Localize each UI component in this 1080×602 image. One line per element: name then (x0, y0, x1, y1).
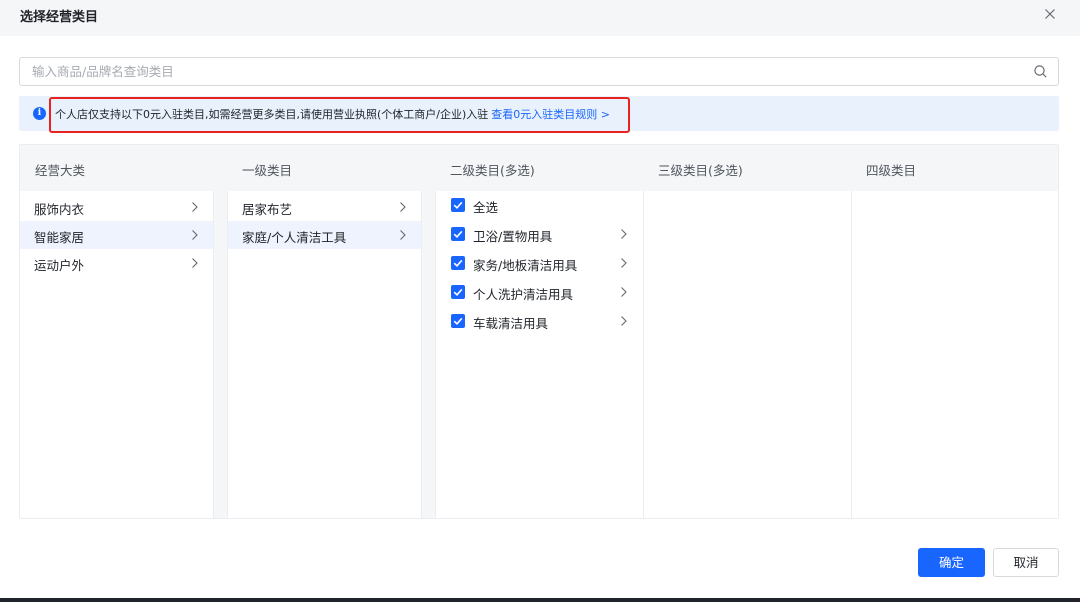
header-level3: 三级类目(多选) (658, 163, 743, 178)
chevron-right-icon (620, 286, 628, 298)
level3-column (644, 191, 851, 518)
modal-title: 选择经营类目 (20, 10, 99, 25)
level2-item-label: 家务/地板清洁用具 (473, 258, 578, 273)
info-icon: i (33, 107, 46, 120)
header-level4: 四级类目 (866, 163, 917, 178)
header-level1: 一级类目 (242, 163, 293, 178)
search-box (19, 57, 1059, 86)
modal-header: 选择经营类目 (0, 0, 1080, 36)
header-level2: 二级类目(多选) (450, 163, 535, 178)
checkbox-checked-icon[interactable] (451, 285, 465, 299)
chevron-right-icon (191, 201, 199, 213)
notice-banner: i 个人店仅支持以下0元入驻类目,如需经营更多类目,请使用营业执照(个体工商户/… (19, 96, 1059, 133)
business-item[interactable]: 服饰内衣 (20, 193, 213, 221)
notice-text: 个人店仅支持以下0元入驻类目,如需经营更多类目,请使用营业执照(个体工商户/企业… (55, 106, 610, 122)
level2-item[interactable]: 家务/地板清洁用具 (436, 249, 642, 277)
checkbox-checked-icon[interactable] (451, 198, 465, 212)
category-panel: 经营大类 一级类目 二级类目(多选) 三级类目(多选) 四级类目 服饰内衣 智能… (19, 144, 1059, 519)
chevron-right-icon (191, 229, 199, 241)
checkbox-checked-icon[interactable] (451, 227, 465, 241)
level2-column: 全选 卫浴/置物用具 家务/地板清洁用具 个人洗护清洁用具 车载清洁用具 (436, 191, 642, 518)
level1-item-label: 家庭/个人清洁工具 (242, 230, 347, 245)
level2-item-label: 全选 (473, 200, 499, 215)
level4-column (852, 191, 1058, 518)
scrollbar-track[interactable] (421, 191, 435, 518)
business-item-label: 服饰内衣 (34, 202, 85, 217)
level2-item-label: 卫浴/置物用具 (473, 229, 553, 244)
chevron-right-icon (399, 229, 407, 241)
business-item[interactable]: 运动户外 (20, 249, 213, 277)
search-input[interactable] (20, 58, 1020, 85)
window-bottom-edge (0, 598, 1080, 602)
level2-item[interactable]: 车载清洁用具 (436, 307, 642, 335)
level1-column: 居家布艺 家庭/个人清洁工具 (228, 191, 421, 518)
checkbox-checked-icon[interactable] (451, 314, 465, 328)
chevron-right-icon (191, 257, 199, 269)
column-headers: 经营大类 一级类目 二级类目(多选) 三级类目(多选) 四级类目 (20, 145, 1058, 191)
business-item-label: 运动户外 (34, 258, 85, 273)
business-column: 服饰内衣 智能家居 运动户外 (20, 191, 213, 518)
rules-link[interactable]: 查看0元入驻类目规则 > (491, 108, 610, 121)
level2-item[interactable]: 个人洗护清洁用具 (436, 278, 642, 306)
select-category-modal: 选择经营类目 i 个人店仅支持以下0元入驻类目,如需经营更多类目,请使用营业执照… (0, 0, 1080, 602)
business-item-label: 智能家居 (34, 230, 85, 245)
checkbox-checked-icon[interactable] (451, 256, 465, 270)
cancel-button[interactable]: 取消 (993, 548, 1059, 577)
notice-message: 个人店仅支持以下0元入驻类目,如需经营更多类目,请使用营业执照(个体工商户/企业… (55, 108, 489, 121)
chevron-right-icon (620, 228, 628, 240)
level2-item-label: 个人洗护清洁用具 (473, 287, 574, 302)
level1-item[interactable]: 家庭/个人清洁工具 (228, 221, 421, 249)
search-icon[interactable] (1033, 64, 1048, 79)
business-item[interactable]: 智能家居 (20, 221, 213, 249)
close-icon[interactable] (1042, 6, 1058, 22)
scrollbar-track[interactable] (213, 191, 227, 518)
chevron-right-icon (399, 201, 407, 213)
level2-item[interactable]: 卫浴/置物用具 (436, 220, 642, 248)
level1-item-label: 居家布艺 (242, 202, 293, 217)
level2-item-label: 车载清洁用具 (473, 316, 549, 331)
column-divider (213, 191, 214, 518)
header-business: 经营大类 (35, 163, 86, 178)
level1-item[interactable]: 居家布艺 (228, 193, 421, 221)
chevron-right-icon (620, 315, 628, 327)
level2-item-select-all[interactable]: 全选 (436, 191, 642, 219)
column-divider (421, 191, 422, 518)
chevron-right-icon (620, 257, 628, 269)
confirm-button[interactable]: 确定 (918, 548, 985, 577)
